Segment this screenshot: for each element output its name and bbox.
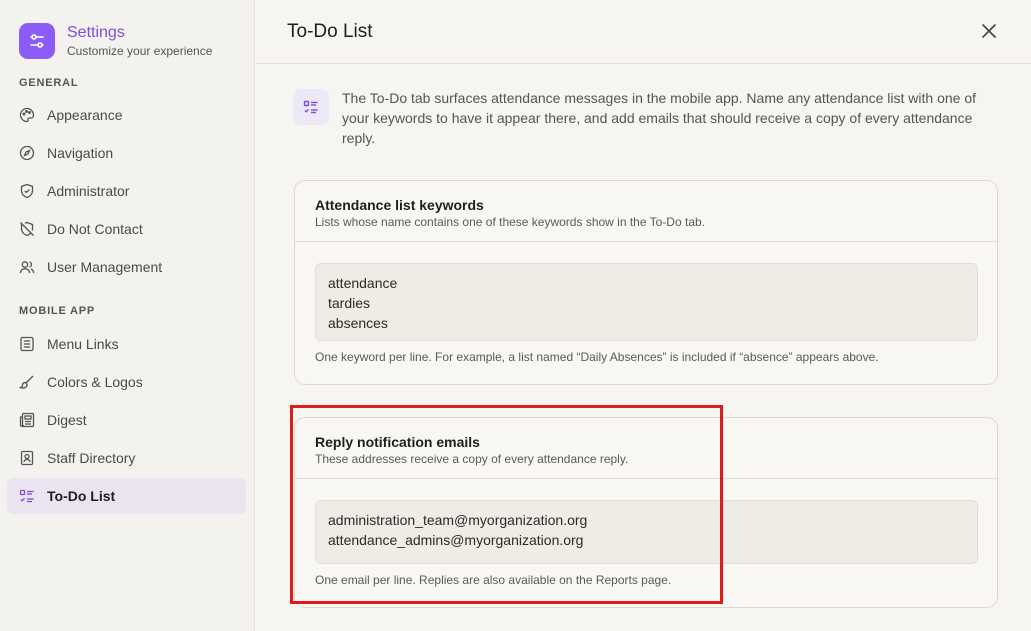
palette-icon: [19, 107, 35, 123]
sidebar-item-label: Appearance: [47, 107, 123, 123]
checklist-icon: [19, 488, 35, 504]
close-button[interactable]: [978, 20, 1000, 42]
sidebar-item-label: Navigation: [47, 145, 114, 161]
contact-book-icon: [19, 450, 35, 466]
settings-panel: To-Do List The To-Do tab surfaces attend…: [256, 0, 1031, 631]
sidebar-item-appearance[interactable]: Appearance: [7, 97, 246, 133]
sidebar-item-do-not-contact[interactable]: Do Not Contact: [7, 211, 246, 247]
sidebar-item-label: Digest: [47, 412, 87, 428]
compass-icon: [19, 145, 35, 161]
card-subtitle: Lists whose name contains one of these k…: [315, 215, 705, 229]
sidebar-item-colors-logos[interactable]: Colors & Logos: [7, 364, 246, 400]
sidebar-item-staff-directory[interactable]: Staff Directory: [7, 440, 246, 476]
sidebar-item-navigation[interactable]: Navigation: [7, 135, 246, 171]
sidebar-item-label: Colors & Logos: [47, 374, 143, 390]
app-subtitle: Customize your experience: [67, 44, 213, 58]
emails-help-text: One email per line. Replies are also ava…: [315, 573, 672, 587]
app-title: Settings: [67, 24, 125, 41]
brush-icon: [19, 374, 35, 390]
section-label-mobile-app: MOBILE APP: [19, 305, 96, 317]
brand: Settings Customize your experience: [19, 23, 212, 59]
intro-description: The To-Do tab surfaces attendance messag…: [342, 90, 976, 146]
card-subtitle: These addresses receive a copy of every …: [315, 452, 629, 466]
keywords-textarea[interactable]: attendance tardies absences: [315, 263, 978, 341]
panel-header: To-Do List: [256, 0, 1031, 64]
shield-off-icon: [19, 221, 35, 237]
sidebar-item-menu-links[interactable]: Menu Links: [7, 326, 246, 362]
sidebar-item-digest[interactable]: Digest: [7, 402, 246, 438]
keywords-help-text: One keyword per line. For example, a lis…: [315, 350, 879, 364]
sidebar-item-label: Administrator: [47, 183, 130, 199]
card-title: Reply notification emails: [315, 434, 480, 450]
page-title: To-Do List: [287, 21, 373, 42]
keywords-card: Attendance list keywords Lists whose nam…: [294, 180, 998, 385]
emails-textarea[interactable]: administration_team@myorganization.org a…: [315, 500, 978, 564]
users-icon: [19, 259, 35, 275]
sidebar-item-label: User Management: [47, 259, 163, 275]
settings-sliders-icon: [19, 23, 55, 59]
newspaper-icon: [19, 412, 35, 428]
list-icon: [19, 336, 35, 352]
sidebar-item-label: Do Not Contact: [47, 221, 143, 237]
close-icon: [982, 24, 996, 38]
settings-sidebar: Settings Customize your experience GENER…: [0, 0, 255, 631]
intro-checklist-icon: [293, 89, 329, 125]
sidebar-item-administrator[interactable]: Administrator: [7, 173, 246, 209]
emails-card: Reply notification emails These addresse…: [294, 417, 998, 608]
sidebar-item-user-management[interactable]: User Management: [7, 249, 246, 285]
sidebar-item-to-do-list[interactable]: To-Do List: [7, 478, 246, 514]
sidebar-item-label: To-Do List: [47, 488, 116, 504]
sidebar-item-label: Staff Directory: [47, 450, 136, 466]
sidebar-item-label: Menu Links: [47, 336, 119, 352]
shield-icon: [19, 183, 35, 199]
card-title: Attendance list keywords: [315, 197, 484, 213]
section-label-general: GENERAL: [19, 77, 79, 89]
